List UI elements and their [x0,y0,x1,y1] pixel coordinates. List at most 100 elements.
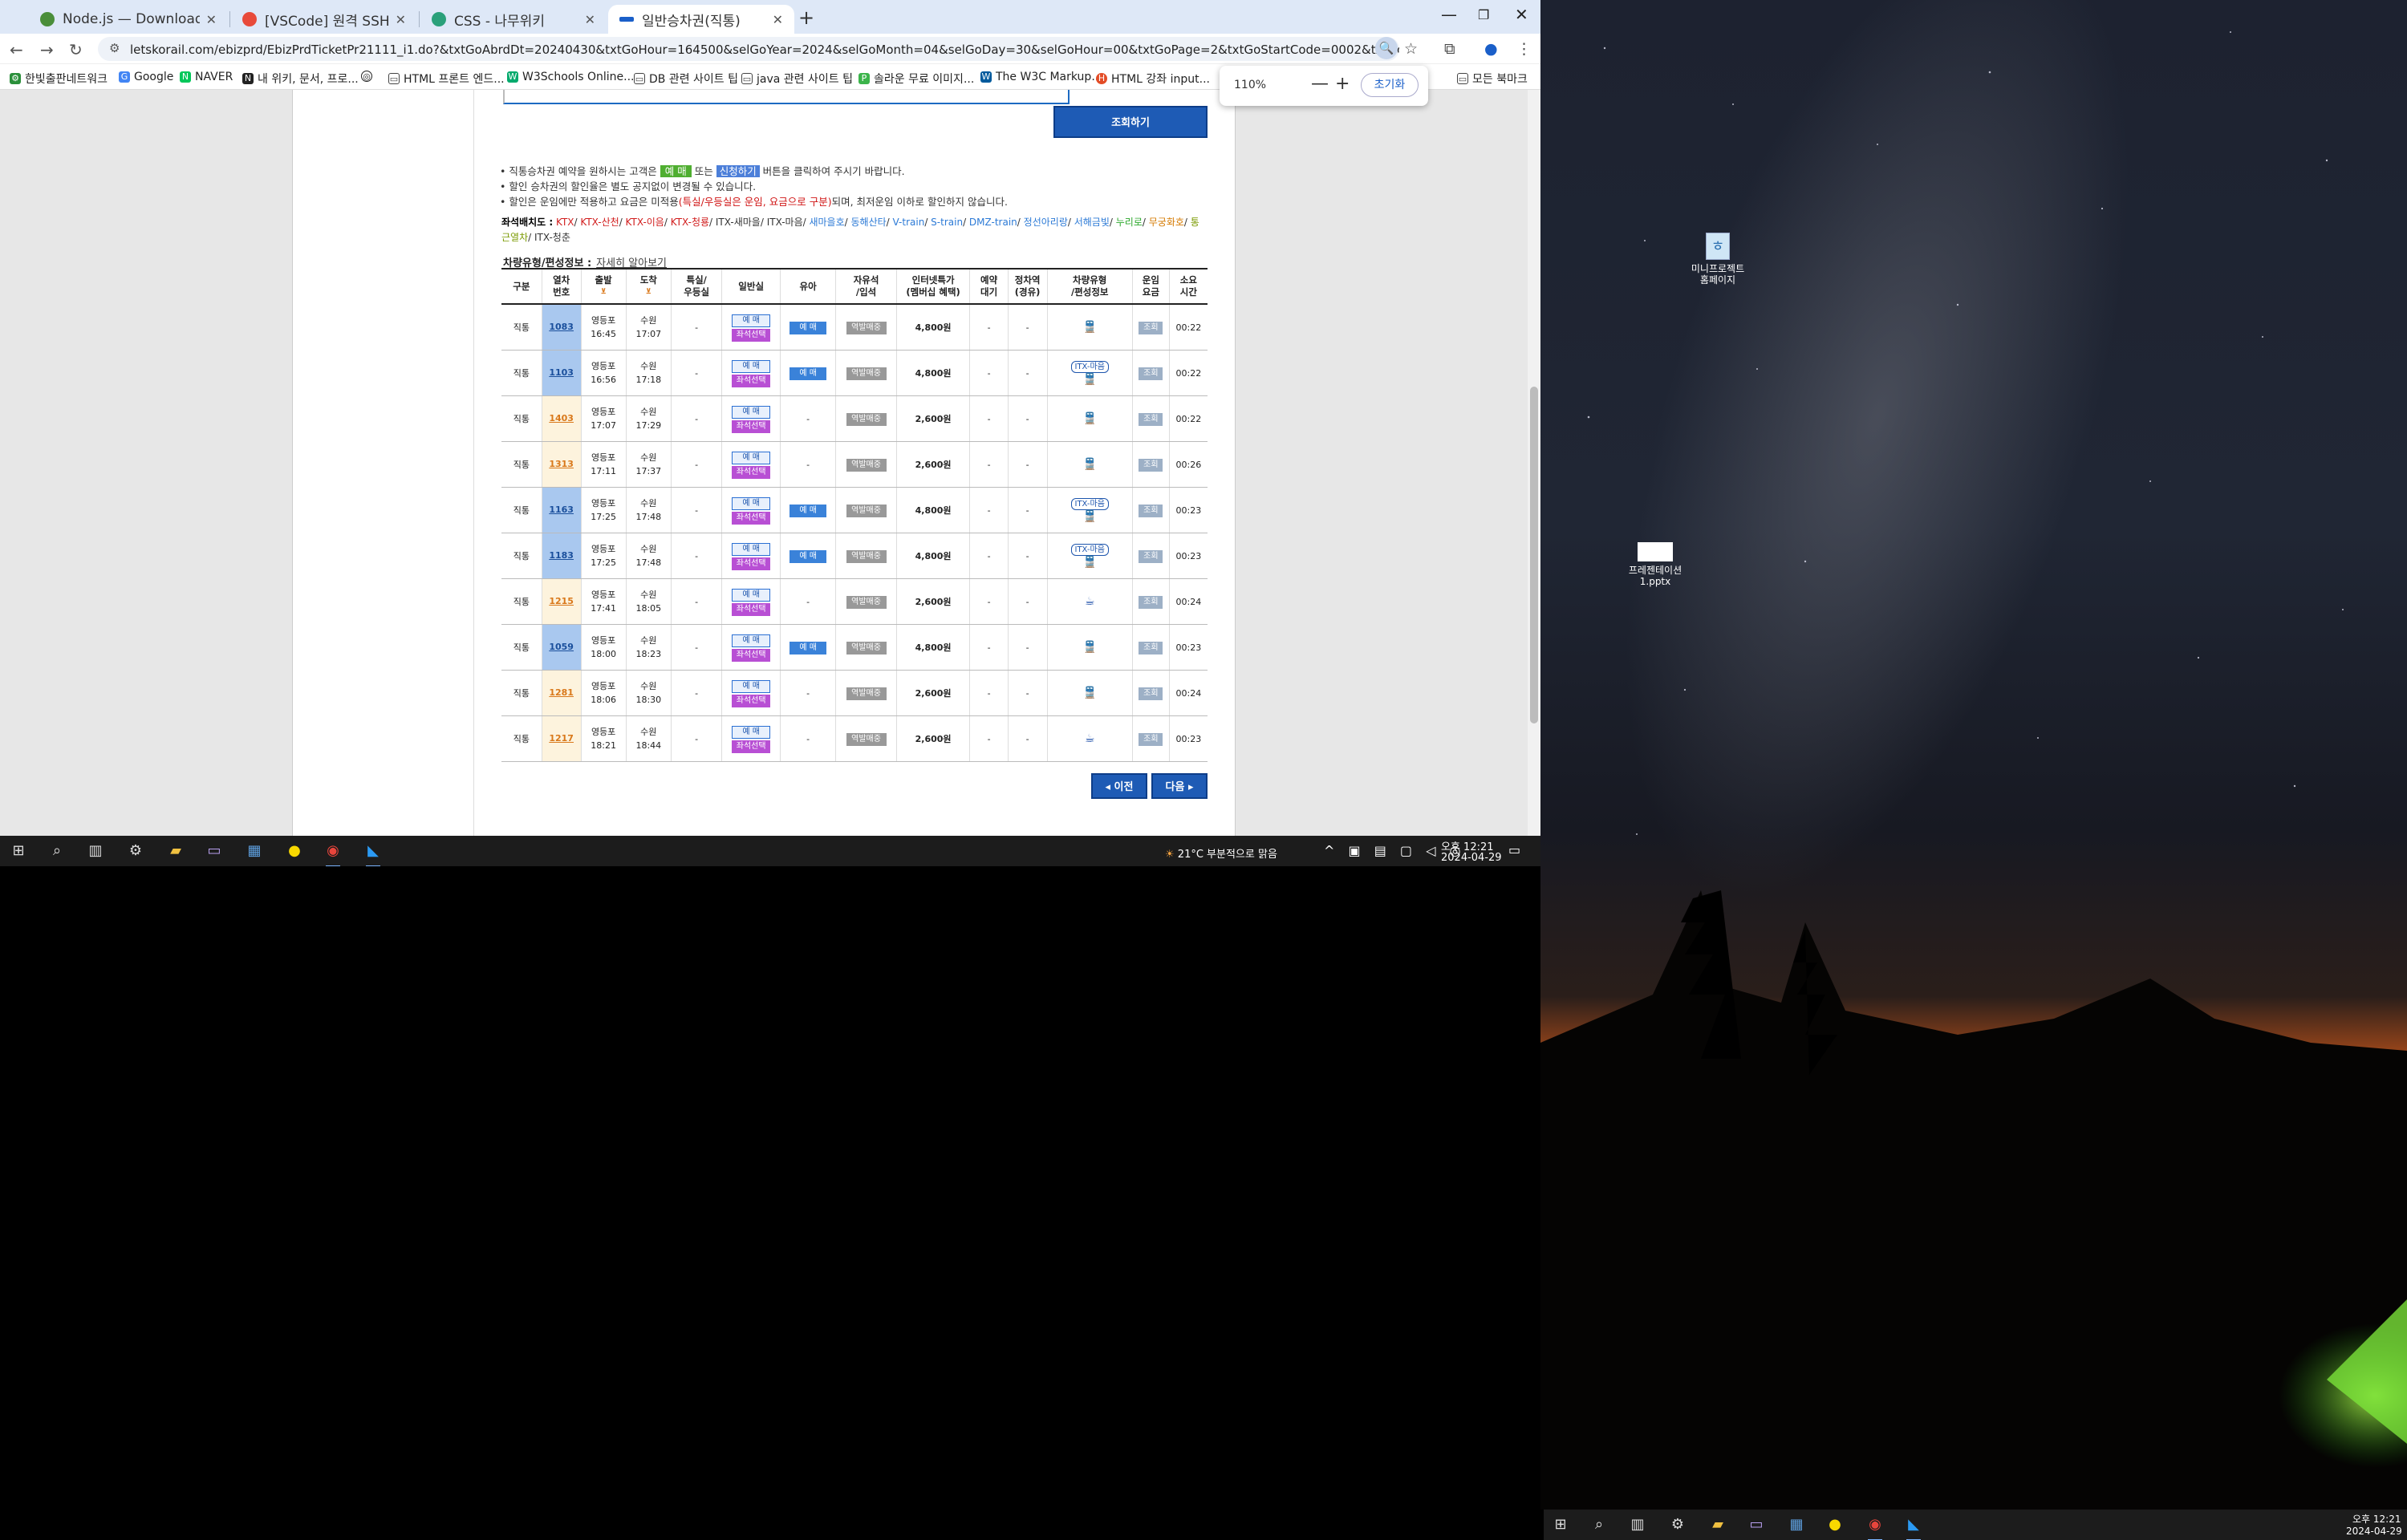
sort-icon[interactable]: ⊻ [582,286,626,298]
kakaotalk-icon[interactable]: ● [286,842,303,860]
fare-query-button[interactable]: 조회 [1139,687,1163,700]
seat-map-link[interactable]: KTX-청룡 [671,217,709,228]
train-number-link[interactable]: 1281 [542,671,581,715]
cup-icon[interactable]: ☕ [1048,595,1132,609]
train-icon[interactable]: 🚆 [1048,556,1132,569]
book-button[interactable]: 예 매 [732,543,771,556]
ssms-icon[interactable]: ▦ [1788,1516,1805,1534]
address-bar[interactable]: ⚙ letskorail.com/ebizprd/EbizPrdTicketPr2… [98,37,1399,61]
zoom-icon[interactable]: 🔍 [1375,37,1398,59]
close-icon[interactable]: ✕ [206,12,217,27]
sort-icon[interactable]: ⊻ [627,286,671,298]
fare-query-button[interactable]: 조회 [1139,322,1163,334]
bookmark-item[interactable]: W The W3C Markup... [980,71,1102,83]
vscode-icon[interactable]: ◣ [364,842,382,866]
fare-query-button[interactable]: 조회 [1139,505,1163,517]
profile-icon[interactable]: ● [1484,40,1498,58]
fare-query-button[interactable]: 조회 [1139,642,1163,654]
ssms-icon[interactable]: ▦ [246,842,263,860]
bookmark-item[interactable]: W W3Schools Online... [507,71,634,83]
seat-map-link[interactable]: V-train [893,217,925,228]
seat-select-button[interactable]: 좌석선택 [732,603,771,616]
seat-select-button[interactable]: 좌석선택 [732,329,771,342]
weather-widget[interactable]: ☀ 21°C 부분적으로 맑음 [1165,845,1277,861]
train-number-link[interactable]: 1163 [542,488,581,533]
seat-map-link[interactable]: 새마을호 [809,217,844,228]
bookmark-star-icon[interactable]: ☆ [1404,40,1418,58]
tab-vscode-ssh[interactable]: [VSCode] 원격 SSH 접속 : sa ✕ [231,5,417,34]
seat-map-link[interactable]: KTX [556,217,574,228]
clock-time[interactable]: 오후 12:21 [2352,1512,2401,1526]
seat-select-button[interactable]: 좌석선택 [732,649,771,662]
bookmark-folder[interactable]: ▭ DB 관련 사이트 팁 [634,71,738,87]
start-icon[interactable]: ⊞ [10,842,27,860]
scrollbar-thumb[interactable] [1530,387,1538,723]
clock-date[interactable]: 2024-04-29 [2346,1526,2402,1537]
train-icon[interactable]: 🚆 [1048,687,1132,700]
notification-icon[interactable]: ▭ [1508,842,1520,857]
search-button[interactable]: 조회하기 [1053,106,1208,138]
seat-select-button[interactable]: 좌석선택 [732,375,771,387]
extensions-icon[interactable]: ⧉ [1444,40,1455,58]
train-number-link[interactable]: 1183 [542,533,581,578]
train-icon[interactable]: 🚆 [1048,641,1132,654]
close-icon[interactable]: ✕ [396,12,406,27]
seat-map-link[interactable]: KTX-이음 [626,217,664,228]
search-icon[interactable]: ⌕ [1590,1516,1608,1534]
zoom-in-button[interactable]: + [1335,74,1350,94]
train-number-link[interactable]: 1103 [542,351,581,395]
train-icon[interactable]: 🚆 [1048,412,1132,426]
settings-icon[interactable]: ⚙ [127,842,144,860]
book-button[interactable]: 예 매 [732,360,771,373]
train-number-link[interactable]: 1217 [542,716,581,761]
fare-query-button[interactable]: 조회 [1139,596,1163,609]
new-tab-button[interactable]: + [798,6,814,29]
seat-select-button[interactable]: 좌석선택 [732,740,771,753]
task-view-icon[interactable]: ▥ [1629,1516,1646,1534]
tab-nodejs[interactable]: Node.js — Download Node.js ✕ [29,5,228,34]
menu-icon[interactable]: ⋮ [1516,40,1532,58]
seat-select-button[interactable]: 좌석선택 [732,420,771,433]
seat-map-link[interactable]: ITX-새마을 [716,217,761,228]
site-info-icon[interactable]: ⚙ [109,41,120,55]
train-number-link[interactable]: 1403 [542,396,581,441]
app-icon[interactable]: ▭ [205,842,223,860]
seat-select-button[interactable]: 좌석선택 [732,695,771,707]
kakaotalk-icon[interactable]: ● [1826,1516,1844,1534]
fare-query-button[interactable]: 조회 [1139,733,1163,746]
seat-map-link[interactable]: 동해산타 [851,217,887,228]
file-explorer-icon[interactable]: ▰ [1709,1516,1727,1534]
file-explorer-icon[interactable]: ▰ [167,842,185,860]
fare-query-button[interactable]: 조회 [1139,550,1163,563]
train-number-link[interactable]: 1313 [542,442,581,487]
restore-button[interactable]: ❐ [1478,7,1489,22]
forward-button[interactable]: → [40,40,54,59]
train-icon[interactable]: 🚆 [1048,321,1132,334]
reload-button[interactable]: ↻ [69,40,83,59]
book-button[interactable]: 예 매 [732,634,771,647]
seat-select-button[interactable]: 좌석선택 [732,466,771,479]
book-button[interactable]: 예 매 [732,406,771,419]
book-button[interactable]: 예 매 [732,589,771,602]
seat-map-link[interactable]: ITX-마음 [767,217,803,228]
seat-map-link[interactable]: 무궁화호 [1149,217,1184,228]
zoom-out-button[interactable]: — [1311,74,1329,94]
tab-korail[interactable]: 일반승차권(직통) ✕ [608,5,794,34]
infant-book-button[interactable]: 예 매 [789,550,827,563]
infant-book-button[interactable]: 예 매 [789,642,827,654]
book-button[interactable]: 예 매 [732,452,771,464]
book-button[interactable]: 예 매 [732,726,771,739]
infant-book-button[interactable]: 예 매 [789,367,827,380]
seat-map-link[interactable]: 정선아리랑 [1024,217,1068,228]
infant-book-button[interactable]: 예 매 [789,505,827,517]
seat-map-link[interactable]: S-train [931,217,963,228]
vscode-icon[interactable]: ◣ [1905,1516,1922,1540]
train-number-link[interactable]: 1083 [542,305,581,350]
start-icon[interactable]: ⊞ [1552,1516,1569,1534]
train-icon[interactable]: 🚆 [1048,458,1132,472]
app-icon[interactable]: ▭ [1747,1516,1765,1534]
train-icon[interactable]: 🚆 [1048,373,1132,387]
close-window-button[interactable]: ✕ [1515,5,1528,24]
task-view-icon[interactable]: ▥ [87,842,104,860]
bookmark-folder[interactable]: ▭ HTML 프론트 엔드... [388,71,505,87]
